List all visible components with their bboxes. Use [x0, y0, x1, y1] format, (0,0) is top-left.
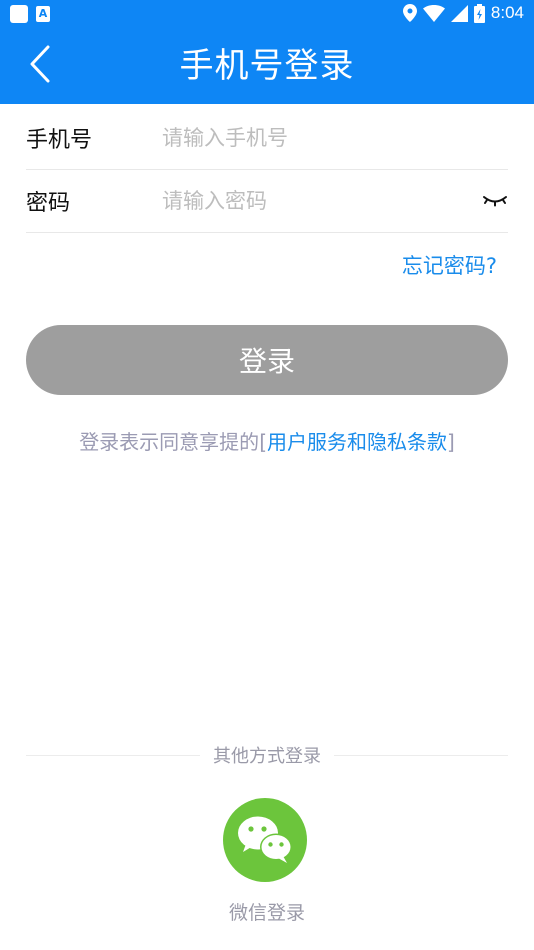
- location-icon: [402, 4, 417, 22]
- page-title: 手机号登录: [179, 46, 355, 86]
- phone-label: 手机号: [26, 128, 93, 153]
- password-row: 密码: [26, 169, 508, 233]
- wechat-login-button[interactable]: [223, 798, 307, 882]
- eye-closed-icon: [483, 196, 507, 207]
- back-button[interactable]: [18, 40, 66, 88]
- status-right: 8:04: [402, 3, 524, 23]
- status-bar: A 8:04: [0, 0, 534, 28]
- password-label: 密码: [26, 191, 71, 216]
- other-login-label: 其他方式登录: [213, 746, 321, 767]
- password-visibility-toggle[interactable]: [482, 191, 508, 211]
- privacy-terms-link[interactable]: 用户服务和隐私条款: [267, 430, 447, 454]
- password-input[interactable]: [162, 169, 462, 233]
- wechat-icon: [238, 816, 292, 863]
- wifi-icon: [422, 4, 445, 22]
- agreement-bracket-open: [: [259, 430, 267, 454]
- battery-icon: [473, 3, 485, 23]
- agreement-bracket-close: ]: [447, 430, 455, 454]
- app-notification-icon: A: [36, 6, 50, 22]
- agreement-prefix: 登录表示同意享提的: [79, 430, 260, 454]
- forgot-password-link[interactable]: 忘记密码?: [402, 250, 497, 280]
- notification-square-icon: [10, 5, 28, 23]
- status-left: A: [10, 5, 50, 23]
- agreement-text: 登录表示同意享提的[用户服务和隐私条款]: [0, 426, 534, 455]
- status-time: 8:04: [490, 3, 524, 22]
- login-button[interactable]: 登录: [26, 325, 508, 395]
- app-bar: 手机号登录: [0, 28, 534, 104]
- wechat-login-label: 微信登录: [228, 902, 305, 924]
- phone-row: 手机号: [26, 106, 508, 170]
- phone-input[interactable]: [162, 106, 462, 170]
- signal-icon: [450, 4, 468, 22]
- chevron-left-icon: [30, 45, 50, 83]
